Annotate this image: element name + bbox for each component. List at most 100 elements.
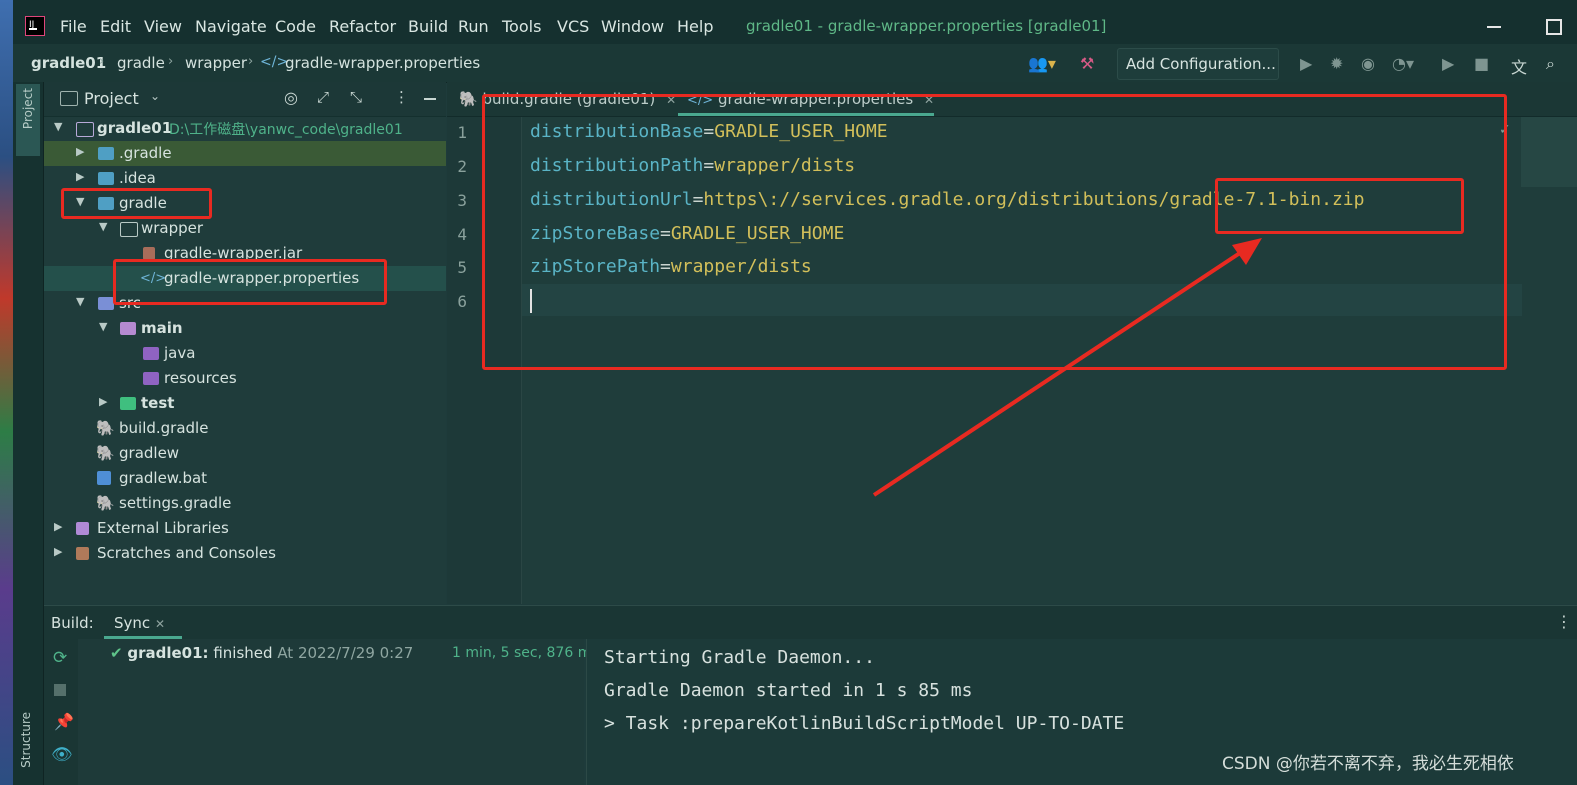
sync-icon[interactable]: ⟳ [53,648,67,668]
maximize-button[interactable] [1546,19,1562,35]
search-icon[interactable]: ⌕ [1546,54,1555,74]
users-icon[interactable]: 👥▾ [1028,54,1056,73]
chevron-down-icon[interactable]: ⌄ [150,89,160,103]
left-tool-strip [13,82,44,785]
tab-sync[interactable]: Sync ✕ [114,614,165,632]
profile-icon[interactable]: ◔▾ [1392,54,1414,73]
menu-edit[interactable]: Edit [100,17,131,36]
module-folder-icon [120,322,136,335]
tree-item-gradle01[interactable]: ▼ gradle01 D:\工作磁盘\yanwc_code\gradle01 [44,116,446,141]
windows-icon [97,471,111,485]
add-configuration-button[interactable]: Add Configuration... [1117,48,1279,80]
stop-icon[interactable] [54,684,66,696]
tree-item-test[interactable]: ▶ test [44,391,446,416]
eye-icon[interactable]: 👁 [51,745,73,765]
build-hammer-icon[interactable]: ⚒ [1080,54,1094,73]
gradle-elephant-icon: 🐘 [96,419,115,437]
line-number: 6 [457,292,467,311]
menu-build[interactable]: Build [408,17,448,36]
project-panel-header: Project ⌄ ◎ ⤢ ⤡ ⋮ [44,82,446,117]
line-number: 3 [457,191,467,210]
menu-code[interactable]: Code [275,17,316,36]
tree-item-gradlew-bat[interactable]: gradlew.bat [44,466,446,491]
more-options-icon[interactable]: ⋮ [1556,612,1572,631]
breadcrumb-gradle[interactable]: gradle [117,54,165,72]
menu-file[interactable]: File [60,17,87,36]
build-window-header: Build: Sync ✕ ⋮ [44,605,1577,639]
java-source-folder-icon [143,347,159,360]
menu-bar: IJ File Edit View Navigate Code Refactor… [13,0,1577,44]
tab-sync-label: Sync [114,614,151,632]
tree-item-build-gradle[interactable]: 🐘 build.gradle [44,416,446,441]
folder-icon [98,172,114,185]
pin-icon[interactable]: 📌 [54,712,74,731]
coverage-icon[interactable]: ◉ [1361,54,1375,73]
structure-tool-tab[interactable]: Structure [19,712,33,768]
intellij-logo-icon: IJ [25,16,45,36]
tree-item-resources[interactable]: resources [44,366,446,391]
attach-icon[interactable]: ▶ [1442,54,1454,73]
menu-vcs[interactable]: VCS [557,17,589,36]
run-icon[interactable]: ▶ [1300,54,1312,73]
stop-icon[interactable]: ■ [1474,54,1489,73]
translate-icon[interactable]: 文 [1511,54,1527,78]
breadcrumb-project[interactable]: gradle01 [31,54,106,72]
menu-tools[interactable]: Tools [502,17,541,36]
navigation-bar: gradle01 › gradle › wrapper › </> gradle… [13,44,1577,83]
line-number: 2 [457,157,467,176]
annotation-box-properties-file [113,259,387,305]
project-view-title[interactable]: Project [84,89,139,108]
tree-item-dot-gradle[interactable]: ▶ .gradle [44,141,446,166]
annotation-arrow [872,238,1262,497]
build-status-time: At 2022/7/29 0:27 [277,644,414,662]
tree-item-external-libraries[interactable]: ▶ External Libraries [44,516,446,541]
build-status-project: gradle01: [127,644,209,662]
project-tool-tab[interactable]: Project [16,84,40,156]
more-options-icon[interactable]: ⋮ [394,88,409,106]
menu-run[interactable]: Run [458,17,489,36]
folder-icon [120,222,138,237]
csdn-watermark: CSDN @你若不离不弃，我必生死相依 [1222,754,1514,774]
breadcrumb-file[interactable]: gradle-wrapper.properties [285,54,480,72]
collapse-all-icon[interactable]: ⤡ [350,88,362,106]
success-check-icon: ✔ [110,644,123,662]
desktop-edge [0,0,13,785]
gradle-elephant-icon: 🐘 [96,444,115,462]
add-configuration-label: Add Configuration... [1126,55,1276,73]
window-title: gradle01 - gradle-wrapper.properties [gr… [746,17,1107,35]
debug-icon[interactable]: ✹ [1330,54,1343,73]
project-path: D:\工作磁盘\yanwc_code\gradle01 [169,122,403,138]
hide-panel-icon[interactable] [424,98,436,100]
tree-item-gradlew[interactable]: 🐘 gradlew [44,441,446,466]
close-icon[interactable]: ✕ [155,617,165,631]
tree-item-java[interactable]: java [44,341,446,366]
breadcrumb-wrapper[interactable]: wrapper [185,54,247,72]
editor-minimap[interactable] [1521,117,1577,187]
project-tool-tab-label: Project [21,88,35,130]
locate-icon[interactable]: ◎ [284,88,298,107]
build-status-row[interactable]: ✔ gradle01: finished At 2022/7/29 0:27 [110,644,413,662]
line-number: 4 [457,225,467,244]
properties-file-icon: </> [260,54,289,70]
menu-help[interactable]: Help [677,17,713,36]
menu-view[interactable]: View [144,17,182,36]
test-folder-icon [120,397,136,410]
breadcrumb-separator: › [168,54,174,69]
line-number: 1 [457,123,467,142]
tree-item-main[interactable]: ▼ main [44,316,446,341]
expand-all-icon[interactable]: ⤢ [317,88,329,106]
scratches-icon [76,547,89,560]
console-line: > Task :prepareKotlinBuildScriptModel UP… [604,713,1125,734]
console-line: Gradle Daemon started in 1 s 85 ms [604,680,973,701]
menu-refactor[interactable]: Refactor [329,17,396,36]
tree-item-scratches[interactable]: ▶ Scratches and Consoles [44,541,446,566]
menu-navigate[interactable]: Navigate [195,17,267,36]
tree-item-settings-gradle[interactable]: 🐘 settings.gradle [44,491,446,516]
minimize-button[interactable] [1487,26,1501,28]
gradle-elephant-icon: 🐘 [96,494,115,512]
build-duration: 1 min, 5 sec, 876 ms [452,645,599,661]
tree-item-wrapper[interactable]: ▼ wrapper [44,216,446,241]
menu-window[interactable]: Window [601,17,664,36]
build-actions-strip: ⟳ 📌 👁 [44,639,78,785]
source-folder-icon [98,297,114,310]
